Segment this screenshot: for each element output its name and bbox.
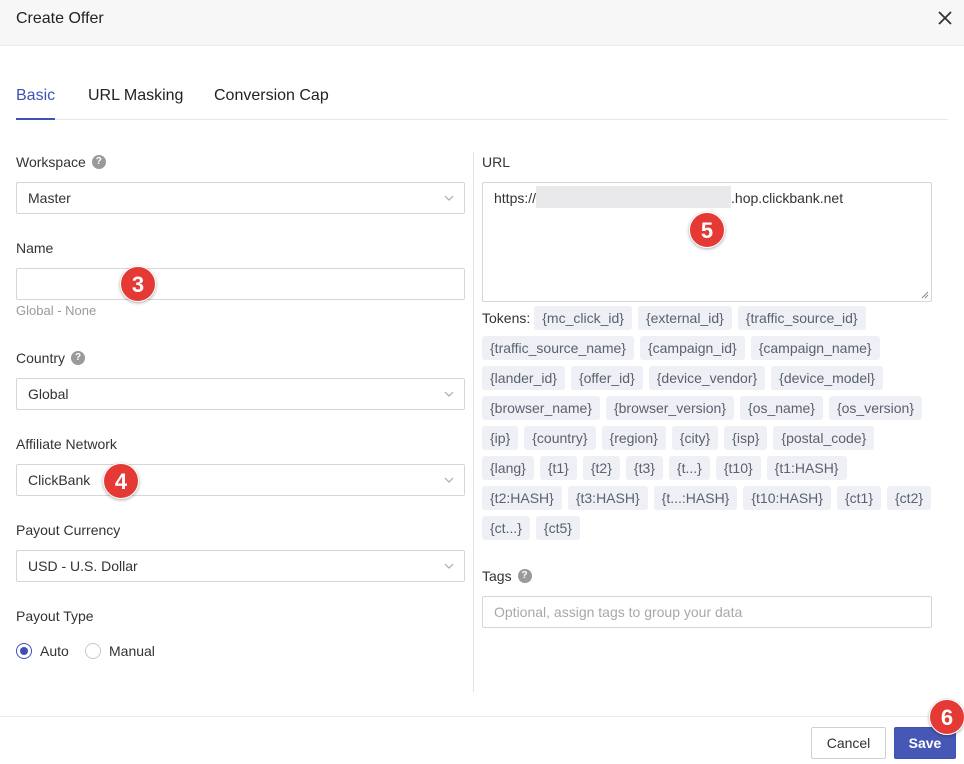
chevron-down-icon [444, 477, 454, 483]
payout-type-manual-radio[interactable]: Manual [85, 643, 155, 659]
tags-label: Tags ? [482, 568, 532, 584]
name-label: Name [16, 240, 54, 256]
token-chip[interactable]: {country} [524, 426, 596, 450]
token-chip[interactable]: {t10} [715, 456, 761, 480]
column-divider [473, 152, 474, 692]
close-icon[interactable] [934, 7, 956, 29]
token-chip[interactable]: {os_version} [828, 396, 923, 420]
resize-handle-icon[interactable] [921, 291, 929, 299]
token-chip[interactable]: {region} [601, 426, 666, 450]
payout-currency-label: Payout Currency [16, 522, 121, 538]
token-chip[interactable]: {offer_id} [570, 366, 643, 390]
tab-bar: Basic URL Masking Conversion Cap [16, 78, 948, 120]
step-badge-6: 6 [929, 699, 964, 735]
token-chip[interactable]: {ct...} [482, 516, 530, 540]
token-chip[interactable]: {postal_code} [773, 426, 875, 450]
token-chip[interactable]: {device_model} [771, 366, 883, 390]
tags-input[interactable]: Optional, assign tags to group your data [482, 596, 932, 628]
step-badge-5: 5 [689, 212, 725, 248]
token-chip[interactable]: {os_name} [740, 396, 823, 420]
token-chip[interactable]: {t2:HASH} [482, 486, 562, 510]
step-badge-4: 4 [103, 463, 139, 499]
token-chip[interactable]: {browser_version} [605, 396, 735, 420]
token-chip[interactable]: {t3:HASH} [567, 486, 648, 510]
step-badge-3: 3 [120, 266, 156, 302]
token-chip[interactable]: {t2} [582, 456, 620, 480]
token-chip[interactable]: {lang} [482, 456, 534, 480]
url-label: URL [482, 154, 511, 170]
dialog-title: Create Offer [16, 10, 104, 27]
payout-type-label: Payout Type [16, 608, 94, 624]
affiliate-network-label: Affiliate Network [16, 436, 117, 452]
token-chip[interactable]: {external_id} [637, 306, 732, 330]
tab-url-masking[interactable]: URL Masking [88, 87, 183, 118]
name-hint: Global - None [16, 303, 97, 318]
country-select[interactable]: Global [16, 378, 465, 410]
token-chip[interactable]: {t10:HASH} [743, 486, 831, 510]
token-chip[interactable]: {t3} [625, 456, 663, 480]
help-icon[interactable]: ? [517, 569, 532, 583]
country-label: Country ? [16, 350, 86, 366]
token-chip[interactable]: {t...} [668, 456, 710, 480]
token-chip[interactable]: {browser_name} [482, 396, 600, 420]
affiliate-network-select[interactable]: ClickBank [16, 464, 465, 496]
token-chip[interactable]: {lander_id} [482, 366, 565, 390]
chevron-down-icon [444, 195, 454, 201]
dialog-header: Create Offer [0, 0, 964, 46]
tab-basic[interactable]: Basic [16, 87, 56, 120]
token-chip[interactable]: {campaign_name} [750, 336, 880, 360]
name-input[interactable] [16, 268, 465, 300]
chevron-down-icon [444, 391, 454, 397]
tab-conversion-cap[interactable]: Conversion Cap [214, 87, 329, 118]
token-chip[interactable]: {t...:HASH} [653, 486, 738, 510]
token-list: Tokens: {mc_click_id} {external_id} {tra… [482, 306, 932, 540]
radio-unselected-icon [85, 643, 101, 659]
help-icon[interactable]: ? [71, 351, 86, 365]
redacted-block [536, 186, 732, 209]
token-chip[interactable]: {ct5} [535, 516, 580, 540]
help-icon[interactable]: ? [91, 155, 106, 169]
token-chip[interactable]: {ct2} [887, 486, 932, 510]
token-chip[interactable]: {t1:HASH} [766, 456, 847, 480]
token-chip[interactable]: {campaign_id} [639, 336, 745, 360]
token-chip[interactable]: {t1} [539, 456, 577, 480]
chevron-down-icon [444, 563, 454, 569]
cancel-button[interactable]: Cancel [811, 727, 886, 759]
payout-currency-select[interactable]: USD - U.S. Dollar [16, 550, 465, 582]
token-chip[interactable]: {ct1} [836, 486, 881, 510]
token-chip[interactable]: {mc_click_id} [534, 306, 632, 330]
workspace-label: Workspace ? [16, 154, 106, 170]
token-chip[interactable]: {traffic_source_name} [482, 336, 634, 360]
token-chip[interactable]: {city} [671, 426, 719, 450]
tokens-label: Tokens: [482, 310, 531, 326]
token-chip[interactable]: {device_vendor} [648, 366, 766, 390]
workspace-select[interactable]: Master [16, 182, 465, 214]
token-chip[interactable]: {ip} [482, 426, 519, 450]
payout-type-auto-radio[interactable]: Auto [16, 643, 69, 659]
radio-selected-icon [16, 643, 32, 659]
token-chip[interactable]: {isp} [724, 426, 768, 450]
token-chip[interactable]: {traffic_source_id} [737, 306, 866, 330]
